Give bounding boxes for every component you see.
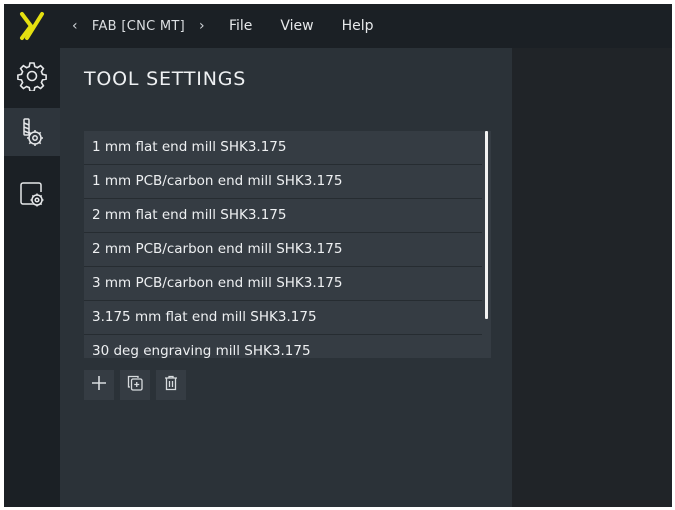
left-rail (4, 4, 60, 507)
viewport-panel (512, 48, 672, 507)
tool-list-item[interactable]: 30 deg engraving mill SHK3.175 (84, 335, 482, 358)
breadcrumb-label[interactable]: FAB [CNC MT] (92, 19, 185, 34)
menu-file[interactable]: File (229, 18, 252, 34)
menu-view[interactable]: View (280, 18, 313, 34)
tool-settings-icon (19, 117, 45, 147)
tool-list-item[interactable]: 3 mm PCB/carbon end mill SHK3.175 (84, 267, 482, 301)
tool-list: 1 mm flat end mill SHK3.175 1 mm PCB/car… (84, 131, 491, 358)
app-window: ‹ FAB [CNC MT] › File View Help TOOL SET… (4, 4, 672, 507)
plus-icon (90, 374, 108, 396)
gear-icon (17, 61, 47, 91)
rail-machine-settings-button[interactable] (4, 170, 60, 218)
tool-list-item[interactable]: 2 mm flat end mill SHK3.175 (84, 199, 482, 233)
duplicate-tool-button[interactable] (120, 370, 150, 400)
tool-list-item[interactable]: 1 mm PCB/carbon end mill SHK3.175 (84, 165, 482, 199)
tool-list-actions (84, 370, 186, 400)
delete-tool-button[interactable] (156, 370, 186, 400)
breadcrumb: ‹ FAB [CNC MT] › (60, 4, 205, 48)
tool-list-item[interactable]: 1 mm flat end mill SHK3.175 (84, 131, 482, 165)
tool-list-scrollbar[interactable] (485, 131, 488, 319)
trash-icon (162, 374, 180, 396)
top-menu-bar: ‹ FAB [CNC MT] › File View Help (60, 4, 672, 48)
tool-list-item[interactable]: 3.175 mm flat end mill SHK3.175 (84, 301, 482, 335)
page-title: TOOL SETTINGS (84, 68, 247, 90)
chevron-left-icon[interactable]: ‹ (72, 18, 78, 34)
machine-settings-icon (18, 180, 46, 208)
menu-help[interactable]: Help (342, 18, 374, 34)
rail-tool-settings-button[interactable] (4, 108, 60, 156)
x-logo-icon[interactable] (4, 4, 60, 48)
tool-list-item[interactable]: 2 mm PCB/carbon end mill SHK3.175 (84, 233, 482, 267)
tool-settings-panel: TOOL SETTINGS 1 mm flat end mill SHK3.17… (60, 48, 512, 507)
rail-settings-button[interactable] (4, 52, 60, 100)
chevron-right-icon[interactable]: › (199, 18, 205, 34)
add-tool-button[interactable] (84, 370, 114, 400)
duplicate-icon (126, 374, 144, 396)
